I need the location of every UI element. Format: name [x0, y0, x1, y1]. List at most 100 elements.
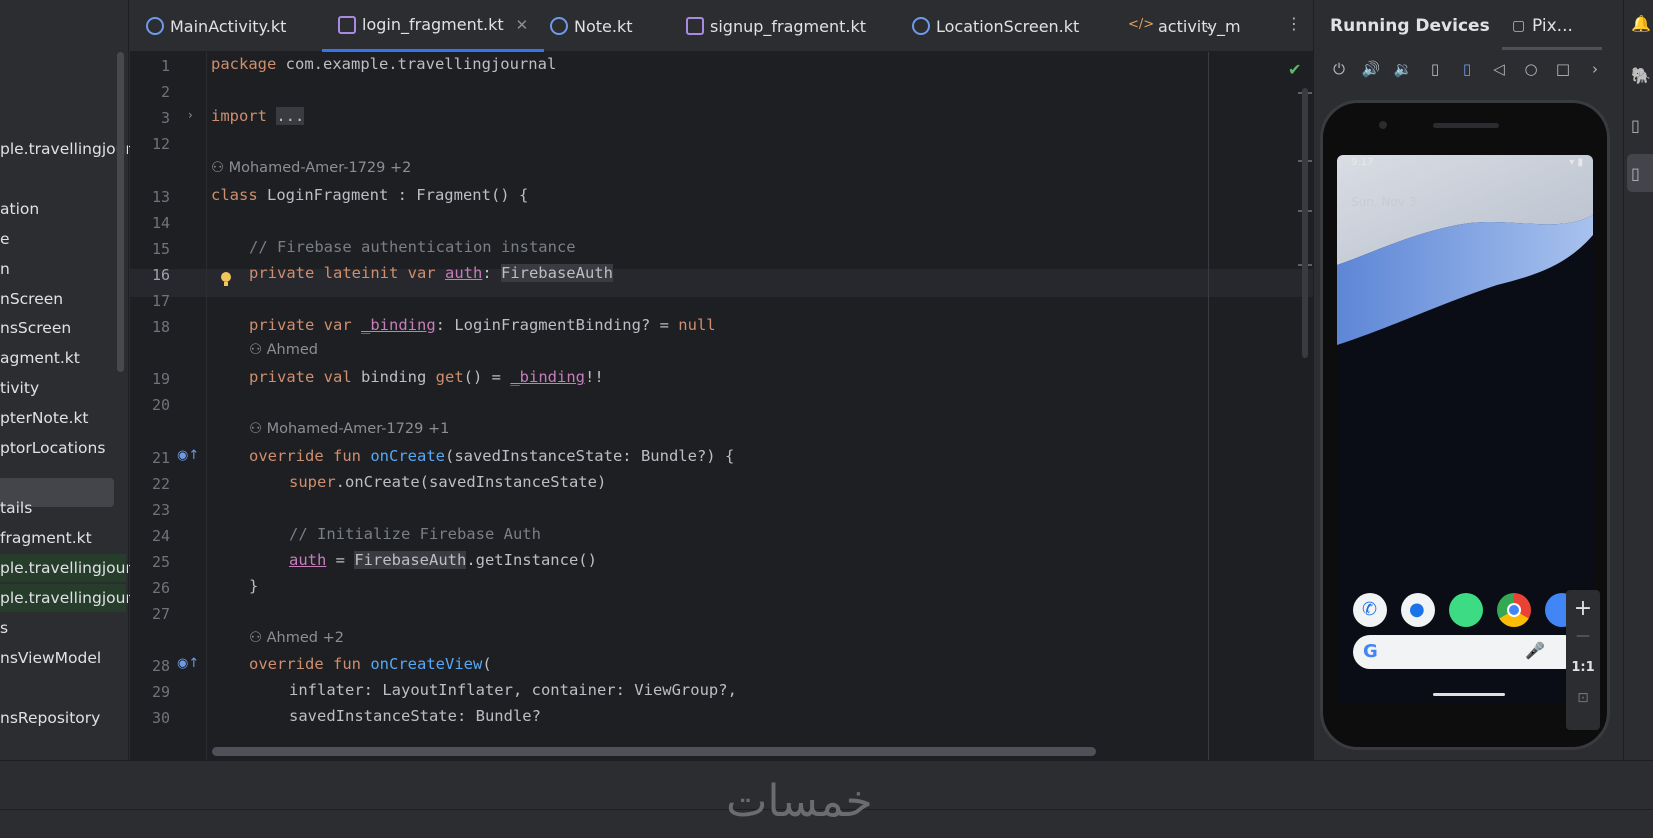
tree-item[interactable]: agment.kt: [0, 344, 126, 372]
code-editor[interactable]: ✔ 1 2 3 12 13 14 15 16 17 18 19 20 21 22 23 24 25 26 27 28 2…: [130, 52, 1313, 760]
code-comment: // Firebase authentication instance: [249, 238, 576, 256]
google-logo: G: [1363, 641, 1378, 662]
line-number[interactable]: 29: [130, 683, 170, 701]
gradle-icon[interactable]: 🐘: [1631, 66, 1651, 86]
line-number[interactable]: 16: [130, 266, 170, 284]
tree-item[interactable]: nsRepository: [0, 704, 126, 732]
messages-app-icon[interactable]: ●: [1401, 593, 1435, 627]
author-annotation[interactable]: ⚇ Ahmed +2: [249, 630, 344, 646]
overview-icon[interactable]: □: [1552, 58, 1574, 80]
right-tool-strip: 🔔 🐘 ▯ ▯: [1623, 0, 1653, 760]
line-number[interactable]: 25: [130, 553, 170, 571]
more-options-icon[interactable]: ⋮: [1286, 14, 1302, 33]
zoom-in-button[interactable]: +: [1566, 596, 1600, 621]
camera-icon: [1379, 121, 1387, 129]
line-number[interactable]: 26: [130, 579, 170, 597]
code-line: import ...: [211, 107, 305, 125]
tab-activity-m[interactable]: </> activity_m: [1128, 0, 1241, 52]
android-app-icon[interactable]: [1449, 593, 1483, 627]
home-icon[interactable]: ○: [1520, 58, 1542, 80]
volume-down-icon[interactable]: 🔉: [1392, 58, 1414, 80]
speaker-grille: [1433, 123, 1499, 128]
tab-label: activity_m: [1158, 16, 1241, 36]
google-search-bar[interactable]: G 🎤: [1353, 635, 1581, 669]
line-number[interactable]: 2: [130, 83, 170, 101]
project-tree-scrollbar[interactable]: [117, 52, 124, 372]
line-number[interactable]: 20: [130, 396, 170, 414]
tab-signup-fragment-kt[interactable]: signup_fragment.kt: [686, 0, 866, 52]
zoom-fit-icon[interactable]: ⊡: [1566, 690, 1600, 706]
line-number[interactable]: 19: [130, 370, 170, 388]
tree-item[interactable]: nsViewModel: [0, 644, 126, 672]
tree-item[interactable]: nScreen: [0, 285, 126, 313]
tree-item[interactable]: fragment.kt: [0, 524, 126, 552]
phone-app-icon[interactable]: ✆: [1353, 593, 1387, 627]
gesture-nav-bar[interactable]: [1433, 693, 1505, 696]
lightbulb-icon[interactable]: [220, 271, 232, 289]
zoom-actual-size-button[interactable]: 1:1: [1566, 660, 1600, 675]
line-number[interactable]: 13: [130, 188, 170, 206]
mic-icon[interactable]: 🎤: [1525, 641, 1545, 660]
chrome-app-icon[interactable]: [1497, 593, 1531, 627]
chevron-right-icon[interactable]: ›: [1584, 58, 1606, 80]
line-number[interactable]: 1: [130, 57, 170, 75]
tree-item[interactable]: e: [0, 225, 126, 253]
line-number[interactable]: 14: [130, 214, 170, 232]
tab-note-kt[interactable]: Note.kt: [550, 0, 633, 52]
tree-item[interactable]: pterNote.kt: [0, 404, 126, 432]
project-tree[interactable]: ple.travellingjourn ation e n nScreen nsScree…: [0, 0, 130, 760]
tree-item[interactable]: ple.travellingjourn: [0, 135, 130, 163]
line-number[interactable]: 15: [130, 240, 170, 258]
editor-vertical-scrollbar[interactable]: [1302, 88, 1308, 358]
line-number[interactable]: 22: [130, 475, 170, 493]
line-number[interactable]: 12: [130, 135, 170, 153]
override-marker-icon[interactable]: ◉↑: [177, 448, 199, 463]
line-number[interactable]: 24: [130, 527, 170, 545]
user-icon: ⚇: [249, 630, 262, 646]
tree-item[interactable]: ple.travellingjourn: [0, 554, 130, 582]
device-screen[interactable]: 9:17 ▾ ▮ Sun, Nov 3 ✆ ● G 🎤: [1337, 155, 1593, 703]
device-tab-indicator: [1502, 47, 1602, 50]
notifications-icon[interactable]: 🔔: [1631, 14, 1651, 34]
override-marker-icon[interactable]: ◉↑: [177, 656, 199, 671]
line-number[interactable]: 3: [130, 109, 170, 127]
tree-item[interactable]: ptorLocations: [0, 434, 126, 462]
device-tab[interactable]: Pix...: [1532, 16, 1573, 36]
editor-horizontal-scrollbar[interactable]: [212, 747, 1096, 756]
tree-item[interactable]: tivity: [0, 374, 126, 402]
line-number[interactable]: 18: [130, 318, 170, 336]
line-number[interactable]: 17: [130, 292, 170, 310]
gutter-divider: [206, 52, 207, 760]
line-number[interactable]: 30: [130, 709, 170, 727]
line-number[interactable]: 21: [130, 449, 170, 467]
running-devices-icon[interactable]: ▯: [1631, 164, 1651, 184]
sidebar-divider: [128, 0, 129, 760]
line-number[interactable]: 28: [130, 657, 170, 675]
volume-up-icon[interactable]: 🔊: [1360, 58, 1382, 80]
chevron-down-icon[interactable]: ⌄: [1202, 14, 1215, 33]
rotate-right-icon[interactable]: ▯: [1456, 58, 1478, 80]
line-number[interactable]: 23: [130, 501, 170, 519]
tree-item[interactable]: s: [0, 614, 126, 642]
device-manager-icon[interactable]: ▯: [1631, 116, 1651, 136]
close-icon[interactable]: ✕: [516, 16, 529, 34]
power-icon[interactable]: ⏻: [1328, 58, 1350, 80]
tab-locationscreen-kt[interactable]: LocationScreen.kt: [912, 0, 1079, 52]
kotlin-file-icon: [686, 17, 704, 35]
back-icon[interactable]: ◁: [1488, 58, 1510, 80]
fold-arrow-icon[interactable]: ›: [188, 108, 193, 122]
line-number[interactable]: 27: [130, 605, 170, 623]
tree-item[interactable]: n: [0, 255, 126, 283]
tree-item[interactable]: ation: [0, 195, 126, 223]
author-annotation[interactable]: ⚇ Ahmed: [249, 342, 318, 358]
tree-item[interactable]: tails: [0, 494, 126, 522]
zoom-out-button[interactable]: —: [1566, 628, 1600, 644]
check-icon[interactable]: ✔: [1288, 60, 1301, 79]
tree-item[interactable]: nsScreen: [0, 314, 126, 342]
tab-login-fragment-kt[interactable]: login_fragment.kt ✕: [322, 0, 545, 52]
author-annotation[interactable]: ⚇ Mohamed-Amer-1729 +2: [211, 160, 411, 176]
author-annotation[interactable]: ⚇ Mohamed-Amer-1729 +1: [249, 421, 449, 437]
tab-mainactivity-kt[interactable]: MainActivity.kt: [146, 0, 286, 52]
tree-item[interactable]: ple.travellingjourn: [0, 584, 130, 612]
rotate-left-icon[interactable]: ▯: [1424, 58, 1446, 80]
